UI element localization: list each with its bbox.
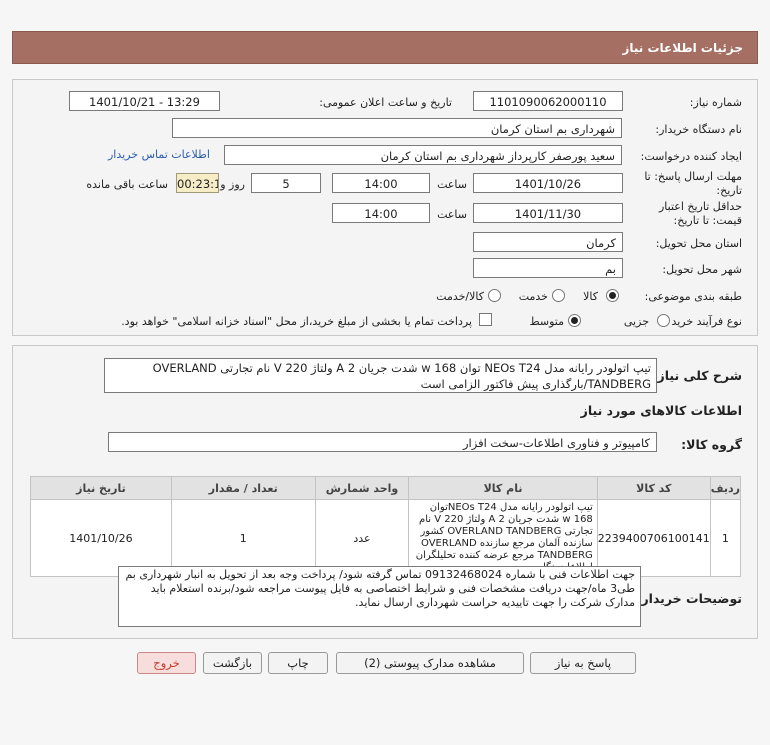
process-minor-label: جزیی (623, 315, 649, 328)
col-unit: واحد شمارش (314, 476, 410, 500)
remaining-timer: 00:23:10 (176, 173, 219, 193)
attachments-button[interactable]: مشاهده مدارک پیوستی (2) (336, 652, 524, 674)
reply-time-field: 14:00 (332, 173, 430, 193)
category-goods-radio[interactable] (606, 289, 619, 302)
days-label: روز و (220, 178, 245, 191)
row-date: 1401/10/26 (30, 499, 172, 577)
validity-label: حداقل تاریخ اعتبار (658, 200, 742, 213)
page-header: جزئیات اطلاعات نیاز (12, 31, 758, 64)
row-name: تیپ اتولودر رایانه مدل NEOs T24توان 168 … (408, 499, 598, 577)
need-number-field: 1101090062000110 (473, 91, 623, 111)
announce-field: 1401/10/21 - 13:29 (69, 91, 220, 111)
reply-time-label: ساعت (437, 178, 467, 191)
col-qty: تعداد / مقدار (170, 476, 316, 500)
buyer-org-label: نام دستگاه خریدار: (655, 123, 742, 136)
back-button[interactable]: بازگشت (203, 652, 262, 674)
summary-label: شرح کلی نیاز: (652, 368, 742, 383)
row-qty: 1 (170, 499, 316, 577)
category-goods-label: کالا (583, 290, 598, 303)
validity-label-2: قیمت: تا تاریخ: (673, 214, 742, 227)
validity-time-field: 14:00 (332, 203, 430, 223)
province-field: کرمان (473, 232, 623, 252)
col-name: نام کالا (408, 476, 598, 500)
validity-time-label: ساعت (437, 208, 467, 221)
reply-deadline-label-2: تاریخ: (716, 184, 742, 197)
creator-label: ایجاد کننده درخواست: (640, 150, 742, 163)
process-label: نوع فرآیند خرید : (664, 315, 742, 328)
buyer-notes-text: جهت اطلاعات فنی با شماره 09132468024 تما… (118, 566, 641, 627)
process-minor-radio[interactable] (657, 314, 670, 327)
days-field: 5 (251, 173, 321, 193)
reply-deadline-label: مهلت ارسال پاسخ: تا (644, 170, 742, 183)
col-index: ردیف (709, 476, 742, 500)
contact-buyer-link[interactable]: اطلاعات تماس خریدار (108, 148, 210, 161)
category-both-label: کالا/خدمت (436, 290, 484, 303)
col-code: کد کالا (596, 476, 711, 500)
goods-section-title: اطلاعات کالاهای مورد نیاز (580, 403, 742, 418)
row-unit: عدد (314, 499, 410, 577)
category-label: طبقه بندی موضوعی: (644, 290, 742, 303)
col-date: تاریخ نیاز (30, 476, 172, 500)
category-service-label: خدمت (518, 290, 548, 303)
treasury-checkbox[interactable] (479, 313, 492, 326)
goods-group-label: گروه کالا: (681, 437, 742, 452)
reply-date-field: 1401/10/26 (473, 173, 623, 193)
buyer-org-field: شهرداری بم استان کرمان (172, 118, 622, 138)
process-medium-label: متوسط (529, 315, 564, 328)
buyer-notes-label: توضیحات خریدار: (636, 591, 742, 606)
city-label: شهر محل تحویل: (662, 263, 742, 276)
process-medium-radio[interactable] (568, 314, 581, 327)
goods-group-field: کامپیوتر و فناوری اطلاعات-سخت افزار (108, 432, 657, 452)
reply-button[interactable]: پاسخ به نیاز (530, 652, 636, 674)
print-button[interactable]: چاپ (268, 652, 328, 674)
need-number-label: شماره نیاز: (689, 96, 742, 109)
treasury-note: پرداخت تمام یا بخشی از مبلغ خرید،از محل … (121, 315, 472, 328)
summary-text: تیپ اتولودر رایانه مدل NEOs T24 توان 168… (104, 358, 657, 393)
row-index: 1 (709, 499, 742, 577)
row-code: 2239400706100141 (596, 499, 711, 577)
remaining-label: ساعت باقی مانده (86, 178, 168, 191)
category-service-radio[interactable] (552, 289, 565, 302)
goods-table-header: ردیف کد کالا نام کالا واحد شمارش تعداد /… (30, 476, 742, 500)
goods-table: ردیف کد کالا نام کالا واحد شمارش تعداد /… (30, 476, 742, 577)
creator-field: سعید پورصفر کارپرداز شهرداری بم استان کر… (224, 145, 622, 165)
city-field: بم (473, 258, 623, 278)
table-row: 1 2239400706100141 تیپ اتولودر رایانه مد… (30, 499, 742, 577)
exit-button[interactable]: خروج (137, 652, 196, 674)
category-both-radio[interactable] (488, 289, 501, 302)
announce-label: تاریخ و ساعت اعلان عمومی: (319, 96, 452, 109)
province-label: استان محل تحویل: (655, 237, 742, 250)
validity-date-field: 1401/11/30 (473, 203, 623, 223)
